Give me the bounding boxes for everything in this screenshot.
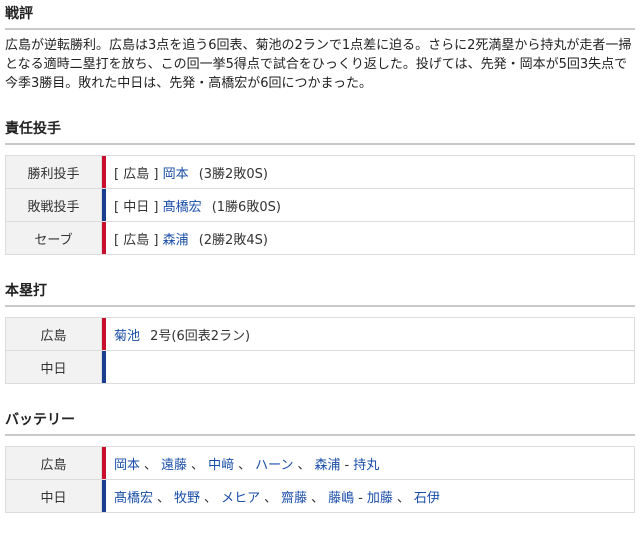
team-color-bar [102,318,106,350]
pitcher-record: (2勝2敗4S) [198,232,268,248]
separator: 、 [264,490,278,506]
homeruns-title: 本塁打 [5,277,635,307]
battery-team-label: 中日 [5,479,102,513]
loss-pitcher-link[interactable]: 髙橋宏 [163,200,202,215]
homerun-team-label: 中日 [5,350,102,384]
homerun-value [101,350,635,384]
pitcher-link[interactable]: 齋藤 [281,491,307,506]
pitcher-link[interactable]: 森浦 [314,458,340,473]
game-summary-text: 広島が逆転勝利。広島は3点を追う6回表、菊池の2ランで1点差に迫る。さらに2死満… [5,38,632,91]
team-name: [ 中日 ] [114,199,159,215]
catcher-link[interactable]: 持丸 [353,458,379,473]
table-row: 中日 [5,350,635,384]
save-pitcher-value: [ 広島 ] 森浦 (2勝2敗4S) [101,221,635,255]
catcher-separator: - [358,490,363,506]
pitchers-table: 勝利投手 [ 広島 ] 岡本 (3勝2敗0S) 敗戦投手 [ 中日 ] 髙橋宏 … [5,155,635,255]
win-pitcher-label: 勝利投手 [5,155,102,189]
pitcher-link[interactable]: 岡本 [114,458,140,473]
table-row: 広島 岡本、遠藤、中﨑、ハーン、森浦 - 持丸 [5,446,635,480]
separator: 、 [238,457,252,473]
loss-pitcher-label: 敗戦投手 [5,188,102,222]
homerun-team-label: 広島 [5,317,102,351]
pitcher-record: (3勝2敗0S) [198,166,268,182]
team-color-bar [102,480,106,512]
table-row: 広島 菊池 2号(6回表2ラン) [5,317,635,351]
pitchers-title: 責任投手 [5,115,635,145]
pitcher-link[interactable]: 髙橋宏 [114,491,153,506]
homeruns-table: 広島 菊池 2号(6回表2ラン) 中日 [5,317,635,384]
separator: 、 [311,490,325,506]
table-row: 敗戦投手 [ 中日 ] 髙橋宏 (1勝6敗0S) [5,188,635,222]
save-pitcher-label: セーブ [5,221,102,255]
battery-list: 髙橋宏、牧野、メヒア、齋藤、藤嶋 - 加藤、石伊 [110,491,440,506]
pitcher-link[interactable]: 藤嶋 [328,491,354,506]
team-color-bar [102,351,106,383]
separator: 、 [396,490,410,506]
battery-list: 岡本、遠藤、中﨑、ハーン、森浦 - 持丸 [110,458,379,473]
homerun-value: 菊池 2号(6回表2ラン) [101,317,635,351]
separator: 、 [157,490,171,506]
table-row: 勝利投手 [ 広島 ] 岡本 (3勝2敗0S) [5,155,635,189]
catcher-link[interactable]: 加藤 [367,491,393,506]
separator: 、 [144,457,158,473]
table-row: 中日 髙橋宏、牧野、メヒア、齋藤、藤嶋 - 加藤、石伊 [5,479,635,513]
battery-team-label: 広島 [5,446,102,480]
pitcher-link[interactable]: 遠藤 [161,458,187,473]
pitcher-link[interactable]: 牧野 [174,491,200,506]
loss-pitcher-value: [ 中日 ] 髙橋宏 (1勝6敗0S) [101,188,635,222]
separator: 、 [191,457,205,473]
pitcher-link[interactable]: 中﨑 [208,458,234,473]
battery-value: 髙橋宏、牧野、メヒア、齋藤、藤嶋 - 加藤、石伊 [101,479,635,513]
team-color-bar [102,189,106,221]
battery-table: 広島 岡本、遠藤、中﨑、ハーン、森浦 - 持丸 中日 髙橋宏、牧野、メヒア、齋藤、藤… [5,446,635,513]
pitcher-link[interactable]: メヒア [221,491,260,506]
team-color-bar [102,447,106,479]
battery-title: バッテリー [5,406,635,436]
battery-value: 岡本、遠藤、中﨑、ハーン、森浦 - 持丸 [101,446,635,480]
team-name: [ 広島 ] [114,232,159,248]
pitcher-record: (1勝6敗0S) [211,199,281,215]
table-row: セーブ [ 広島 ] 森浦 (2勝2敗4S) [5,221,635,255]
team-color-bar [102,156,106,188]
homerun-detail: 2号(6回表2ラン) [150,328,251,344]
pitcher-link[interactable]: ハーン [255,458,293,473]
catcher-separator: - [344,457,350,473]
win-pitcher-link[interactable]: 岡本 [163,167,189,182]
catcher-link[interactable]: 石伊 [414,491,440,506]
save-pitcher-link[interactable]: 森浦 [163,233,189,248]
win-pitcher-value: [ 広島 ] 岡本 (3勝2敗0S) [101,155,635,189]
team-color-bar [102,222,106,254]
homerun-batter-link[interactable]: 菊池 [114,329,140,344]
team-name: [ 広島 ] [114,166,159,182]
summary-title: 戦評 [5,0,635,30]
separator: 、 [297,457,311,473]
separator: 、 [204,490,218,506]
